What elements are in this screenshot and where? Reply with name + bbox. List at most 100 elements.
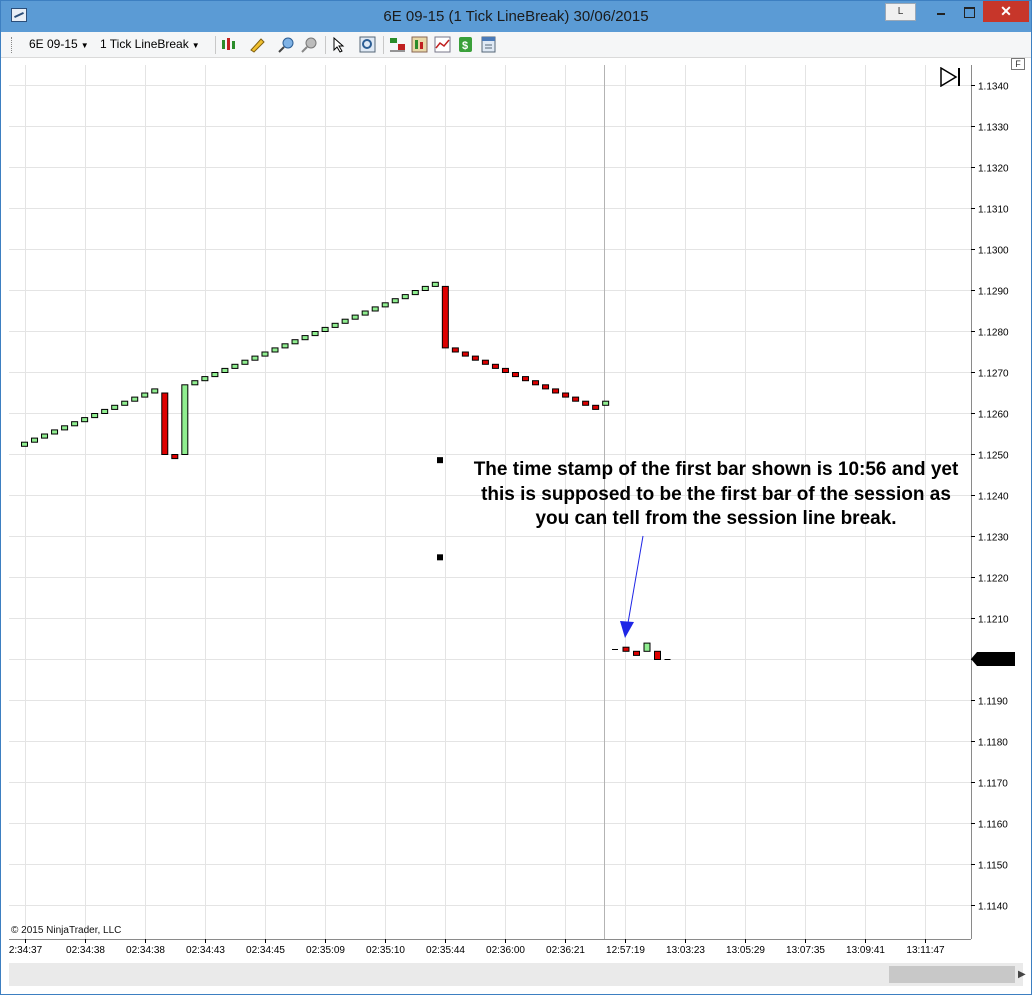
line-break-bar-down <box>451 347 459 353</box>
line-break-bar-down <box>582 400 590 406</box>
line-break-bar-up <box>101 408 109 414</box>
line-break-bar-down <box>491 363 499 369</box>
line-break-bar-down <box>501 367 509 373</box>
jump-to-end-icon[interactable] <box>939 67 963 87</box>
outlier-tick-point <box>437 554 443 561</box>
line-break-bar-up <box>31 437 39 443</box>
line-break-bar-up <box>643 642 651 652</box>
price-tick-label: 1.1280 <box>978 328 1009 339</box>
last-price-label: 1.1200 <box>981 655 1012 666</box>
line-break-bar-up <box>391 298 399 304</box>
price-tick-label: 1.1300 <box>978 246 1009 257</box>
annotation-arrow-head <box>620 621 634 638</box>
time-tick-label: 13:03:23 <box>666 945 705 956</box>
time-tick-label: 02:34:38 <box>126 945 165 956</box>
line-break-bar-up <box>371 306 379 312</box>
line-break-bar-up <box>121 400 129 406</box>
price-tick-label: 1.1160 <box>978 820 1008 831</box>
price-tick-label: 1.1140 <box>978 902 1008 913</box>
line-break-bar-down <box>532 380 540 386</box>
line-break-bar-up <box>91 413 99 419</box>
line-break-bar-up <box>301 335 309 341</box>
line-break-bar-down <box>441 285 449 349</box>
line-break-bar-up <box>141 392 149 398</box>
price-tick-label: 1.1190 <box>978 697 1008 708</box>
time-tick-label: 02:34:43 <box>186 945 225 956</box>
time-tick-label: 02:34:38 <box>66 945 105 956</box>
line-break-bar-up <box>61 425 69 431</box>
line-break-bar-down <box>633 650 640 656</box>
line-break-bar-up <box>181 384 189 455</box>
line-break-bar-up <box>381 302 389 308</box>
line-break-bar-up <box>151 388 159 394</box>
time-tick-label: 13:05:29 <box>726 945 765 956</box>
line-break-bar-up <box>231 363 239 369</box>
time-tick-label: 02:36:00 <box>486 945 525 956</box>
price-tick-label: 1.1330 <box>978 123 1009 134</box>
price-tick-label: 1.1320 <box>978 164 1009 175</box>
line-break-bar-up <box>51 429 59 435</box>
line-break-bar-up <box>211 372 219 378</box>
line-break-bar-down <box>622 646 630 652</box>
line-break-bar-up <box>401 294 409 300</box>
price-tick-label: 1.1250 <box>978 451 1009 462</box>
price-tick-label: 1.1260 <box>978 410 1009 421</box>
time-tick-label: 13:11:47 <box>906 945 945 956</box>
line-break-bar-down <box>562 392 570 398</box>
price-tick-label: 1.1150 <box>978 861 1008 872</box>
line-break-bar-up <box>602 400 610 406</box>
line-break-bar-up <box>311 331 319 337</box>
line-break-bar-up <box>41 433 49 439</box>
line-break-bar-up <box>131 396 139 402</box>
line-break-bar-down <box>572 396 580 402</box>
line-break-bar-up <box>421 285 429 291</box>
line-break-bar-up <box>431 281 439 287</box>
line-break-bar-up <box>341 318 349 324</box>
line-break-bar-down <box>542 384 550 390</box>
line-break-bar-up <box>71 421 79 427</box>
price-tick-label: 1.1180 <box>978 738 1008 749</box>
time-tick-label: 02:35:10 <box>366 945 405 956</box>
outlier-tick-point <box>437 457 443 464</box>
scroll-right-icon[interactable]: ▶ <box>1018 969 1026 980</box>
line-break-bar-down <box>654 650 661 660</box>
time-tick-label: 13:07:35 <box>786 945 825 956</box>
line-break-bar-down <box>461 351 469 357</box>
time-tick-label: 12:57:19 <box>606 945 645 956</box>
line-break-bar-up <box>321 326 329 332</box>
line-break-bar-up <box>331 322 339 328</box>
horizontal-scrollbar[interactable]: ▶ <box>9 963 1026 986</box>
line-break-bar-up <box>191 380 199 386</box>
price-tick-label: 1.1220 <box>978 574 1009 585</box>
time-tick-label: 02:36:21 <box>546 945 585 956</box>
time-tick-label: 02:35:09 <box>306 945 345 956</box>
price-tick-label: 1.1310 <box>978 205 1009 216</box>
line-break-bar-down <box>552 388 560 394</box>
line-break-bar-down <box>592 404 600 410</box>
price-tick-label: 1.1340 <box>978 82 1009 93</box>
price-tick-label: 1.1290 <box>978 287 1009 298</box>
annotation-text: The time stamp of the first bar shown is… <box>473 459 959 529</box>
line-break-bar-down <box>171 454 179 460</box>
line-break-bar-up <box>351 314 359 320</box>
chart-window: 6E 09-15 (1 Tick LineBreak) 30/06/2015 L… <box>0 0 1032 995</box>
annotation-arrow-line <box>627 535 644 624</box>
line-break-bar-up <box>241 359 249 365</box>
line-break-bar-up <box>251 355 259 361</box>
price-tick-label: 1.1210 <box>978 615 1009 626</box>
scrollbar-thumb[interactable] <box>889 966 1015 983</box>
price-tick-label: 1.1230 <box>978 533 1009 544</box>
price-tick-label: 1.1170 <box>978 779 1008 790</box>
line-break-bar-up <box>291 339 299 345</box>
time-tick-label: 02:35:44 <box>426 945 465 956</box>
time-tick-label: 02:34:45 <box>246 945 285 956</box>
line-break-bar-up <box>271 347 279 353</box>
line-break-bar-up <box>261 351 269 357</box>
line-break-bar-up <box>281 343 289 349</box>
price-tick-label: 1.1270 <box>978 369 1009 380</box>
time-tick-label: 13:09:41 <box>846 945 885 956</box>
line-break-bar-down <box>161 392 169 455</box>
line-break-bar-down <box>481 359 489 365</box>
line-break-bar-up <box>111 404 119 410</box>
line-break-bar-down <box>471 355 479 361</box>
